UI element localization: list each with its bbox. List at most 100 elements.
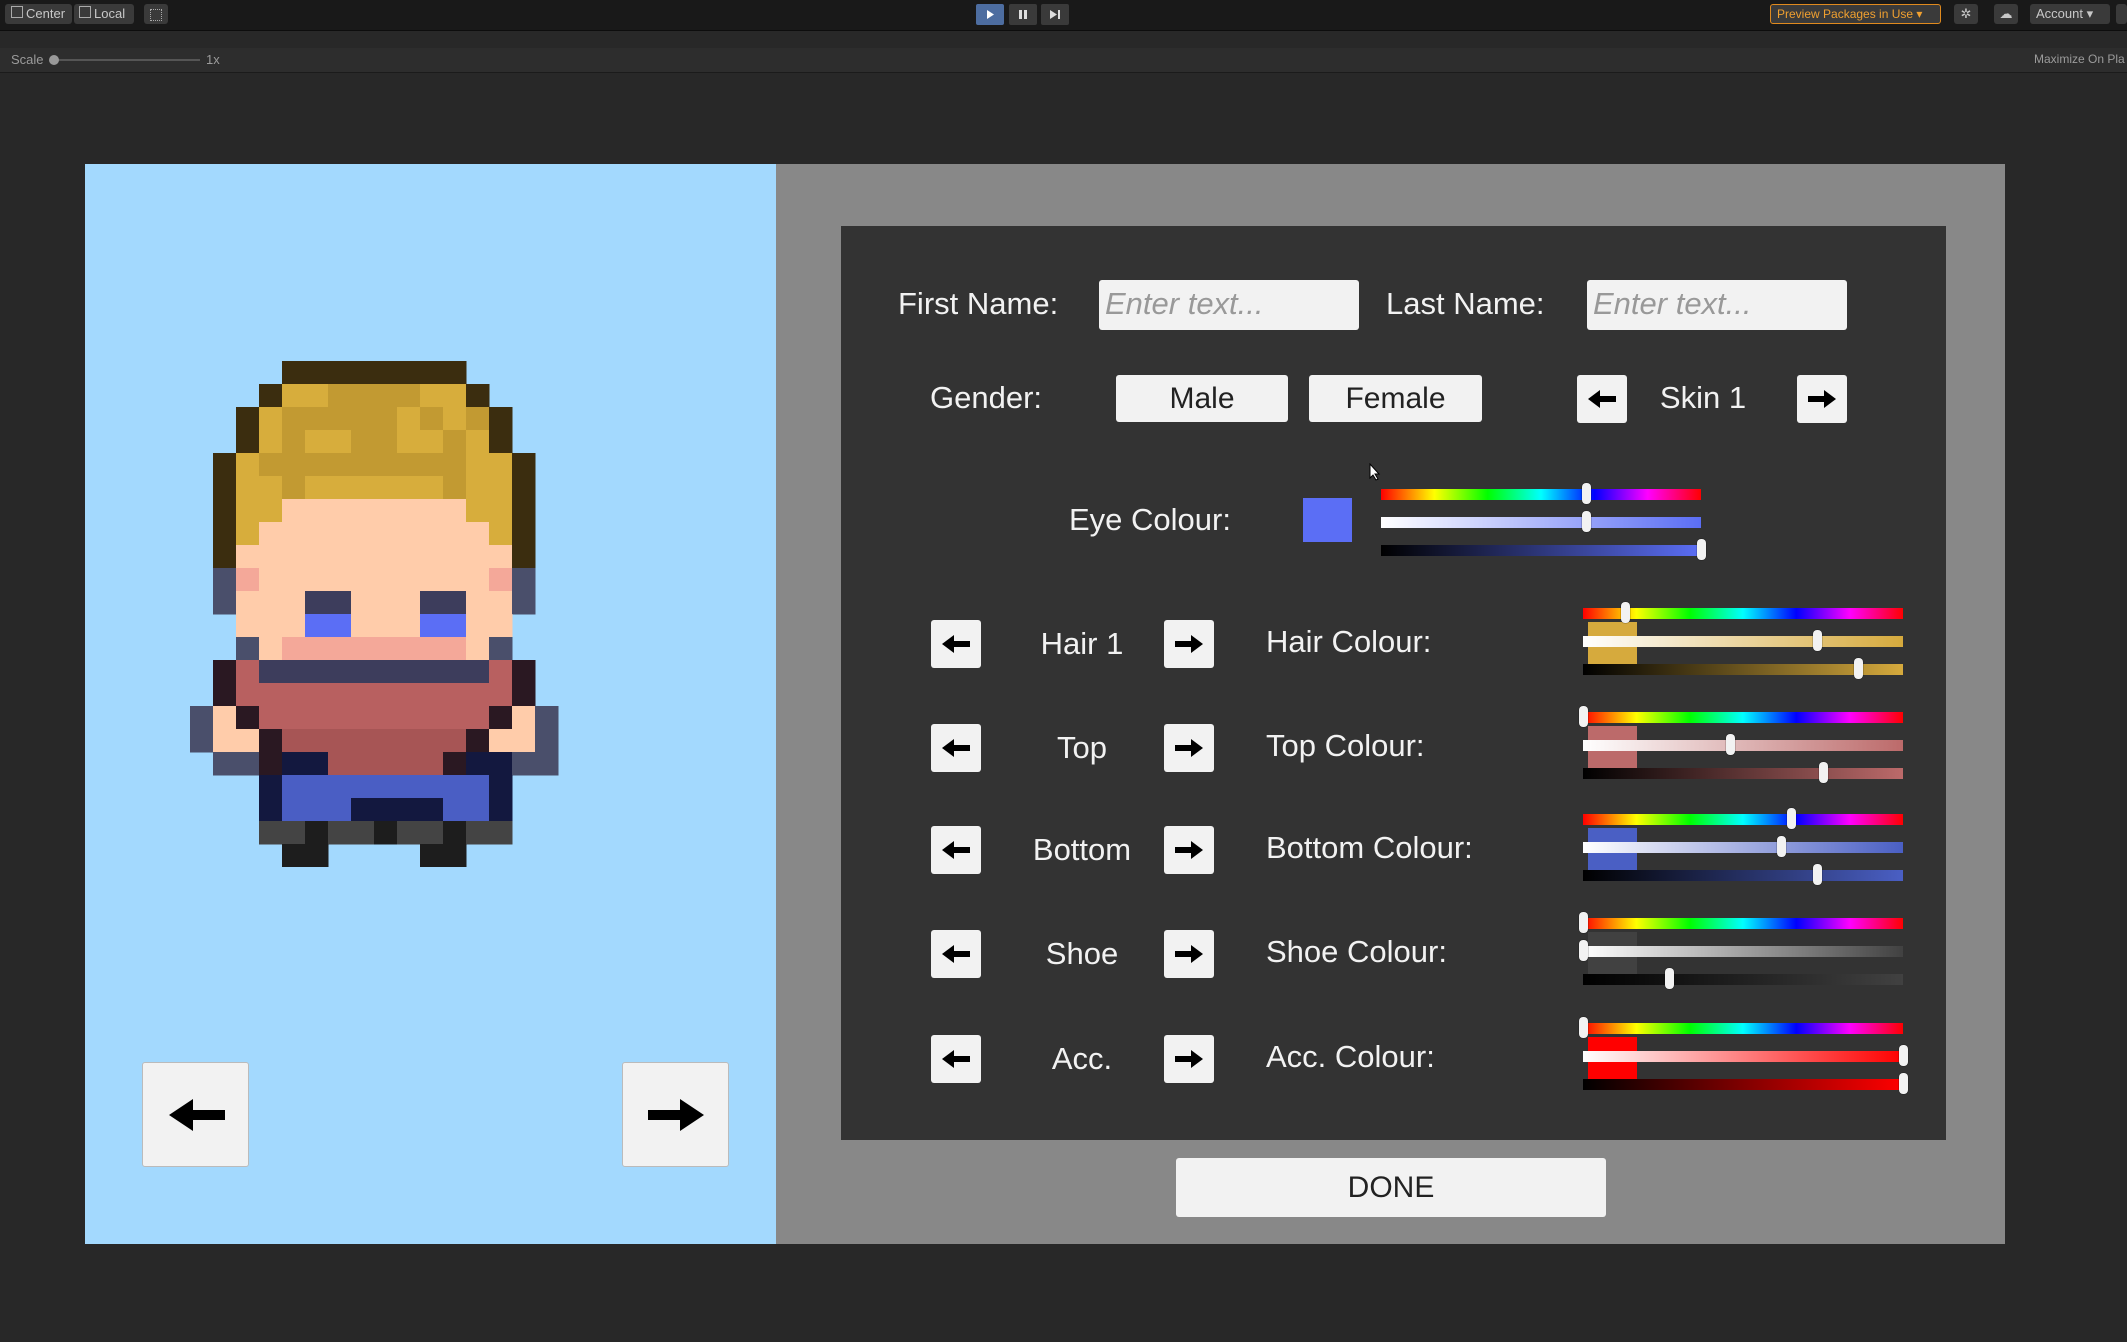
slider-handle[interactable] [1579, 706, 1588, 727]
skin-prev-button[interactable] [1577, 375, 1627, 423]
hair-1-prev-button[interactable] [931, 620, 981, 668]
slider-handle[interactable] [1579, 940, 1588, 961]
slider-handle[interactable] [1819, 762, 1828, 783]
sprite-pixel [489, 637, 513, 661]
acc-saturation-slider[interactable] [1583, 1045, 1908, 1066]
acc-next-button[interactable] [1164, 1035, 1214, 1083]
layout-dropdown[interactable] [2116, 4, 2127, 24]
arrow-right-icon [1175, 739, 1203, 757]
acc-value-slider[interactable] [1583, 1073, 1908, 1094]
sprite-pixel [259, 798, 283, 822]
sprite-pixel [236, 752, 260, 776]
done-button[interactable]: DONE [1176, 1158, 1606, 1217]
sprite-pixel [466, 568, 490, 592]
scale-slider[interactable] [49, 55, 200, 65]
sprite-pixel [420, 752, 444, 776]
preview-prev-button[interactable] [142, 1062, 249, 1167]
shoe-prev-button[interactable] [931, 930, 981, 978]
top-saturation-slider[interactable] [1583, 734, 1903, 755]
slider-handle[interactable] [1787, 808, 1796, 829]
sprite-pixel [236, 591, 260, 615]
female-button[interactable]: Female [1309, 375, 1482, 422]
shoe-hue-slider[interactable] [1579, 912, 1903, 933]
top-hue-slider[interactable] [1579, 706, 1903, 727]
slider-handle[interactable] [1697, 539, 1706, 560]
sprite-pixel [259, 522, 283, 546]
acc-hue-slider[interactable] [1579, 1017, 1903, 1038]
eye-hue-slider[interactable] [1381, 483, 1701, 504]
bottom-prev-button[interactable] [931, 826, 981, 874]
bottom-next-button[interactable] [1164, 826, 1214, 874]
sprite-pixel [374, 476, 398, 500]
sprite-pixel [397, 706, 421, 730]
sprite-pixel [420, 591, 444, 615]
sprite-pixel [328, 752, 352, 776]
acc-prev-button[interactable] [931, 1035, 981, 1083]
slider-handle[interactable] [1581, 483, 1591, 504]
sprite-pixel [420, 384, 444, 408]
slider-handle[interactable] [1812, 630, 1822, 651]
top-prev-button[interactable] [931, 724, 981, 772]
slider-handle[interactable] [1899, 1073, 1908, 1094]
sprite-pixel [489, 775, 513, 799]
sprite-pixel [213, 568, 237, 592]
sprite-pixel [420, 499, 444, 523]
slider-handle[interactable] [1620, 602, 1630, 623]
bottom-saturation-slider[interactable] [1583, 836, 1903, 857]
local-space-button[interactable]: Local [74, 4, 134, 24]
cloud-button[interactable]: ☁ [1994, 4, 2018, 24]
eye-saturation-slider[interactable] [1381, 511, 1701, 532]
male-button[interactable]: Male [1116, 375, 1288, 422]
sprite-pixel [466, 706, 490, 730]
bottom-hue-slider[interactable] [1583, 808, 1903, 829]
hair-1-next-button[interactable] [1164, 620, 1214, 668]
center-pivot-button[interactable]: Center [5, 4, 72, 24]
slider-handle[interactable] [1854, 658, 1864, 679]
slider-handle[interactable] [1579, 1017, 1588, 1038]
preview-next-button[interactable] [622, 1062, 729, 1167]
first-name-label: First Name: [898, 286, 1059, 321]
sprite-pixel [282, 522, 306, 546]
scale-slider-handle[interactable] [49, 55, 59, 65]
grid-snap-button[interactable] [144, 4, 168, 24]
sprite-pixel [236, 499, 260, 523]
shoe-next-button[interactable] [1164, 930, 1214, 978]
slider-handle[interactable] [1726, 734, 1736, 755]
play-button[interactable] [976, 4, 1004, 25]
sprite-pixel [236, 568, 260, 592]
skin-next-button[interactable] [1797, 375, 1847, 423]
preview-packages-dropdown[interactable]: Preview Packages in Use ▾ [1770, 4, 1941, 24]
eye-value-slider[interactable] [1381, 539, 1706, 560]
slider-handle[interactable] [1812, 864, 1822, 885]
sprite-pixel [489, 568, 513, 592]
slider-handle[interactable] [1777, 836, 1787, 857]
sprite-pixel [305, 453, 329, 477]
sprite-pixel [282, 591, 306, 615]
shoe-saturation-slider[interactable] [1579, 940, 1903, 961]
shoe-value-slider[interactable] [1583, 968, 1903, 989]
slider-handle[interactable] [1581, 511, 1591, 532]
bottom-value-slider[interactable] [1583, 864, 1903, 885]
pause-button[interactable] [1009, 4, 1037, 25]
top-value-slider[interactable] [1583, 762, 1903, 783]
top-next-button[interactable] [1164, 724, 1214, 772]
sprite-pixel [374, 545, 398, 569]
chevron-down-icon: ▾ [1913, 7, 1923, 21]
part-row-bottom: Bottom Bottom Colour: [841, 808, 1946, 892]
sprite-pixel [420, 545, 444, 569]
sprite-pixel [351, 545, 375, 569]
maximize-on-play-toggle[interactable]: Maximize On Pla [2034, 52, 2125, 66]
hair-1-value-slider[interactable] [1583, 658, 1903, 679]
step-button[interactable] [1041, 4, 1069, 25]
sprite-pixel [351, 499, 375, 523]
first-name-input[interactable]: Enter text... [1099, 280, 1359, 330]
sprite-pixel [236, 614, 260, 638]
hair-1-saturation-slider[interactable] [1583, 630, 1903, 651]
slider-handle[interactable] [1579, 912, 1588, 933]
slider-handle[interactable] [1665, 968, 1675, 989]
account-dropdown[interactable]: Account ▾ [2030, 4, 2110, 24]
last-name-input[interactable]: Enter text... [1587, 280, 1847, 330]
slider-handle[interactable] [1899, 1045, 1908, 1066]
hair-1-hue-slider[interactable] [1583, 602, 1903, 623]
settings-button[interactable]: ✲ [1954, 4, 1978, 24]
